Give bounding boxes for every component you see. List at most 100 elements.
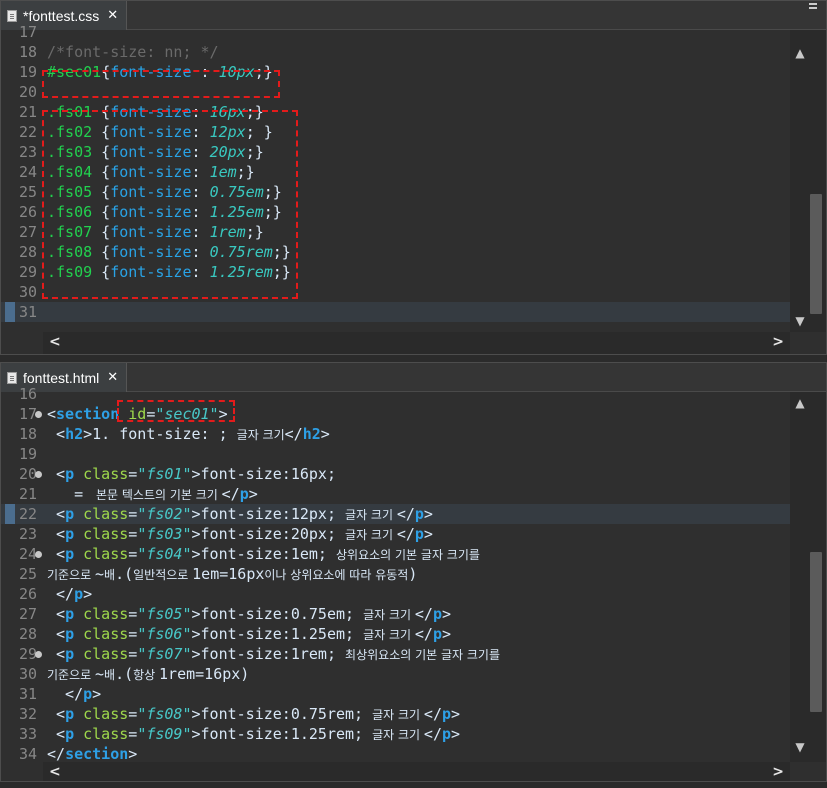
- scroll-down-icon[interactable]: ▼: [790, 740, 810, 756]
- code-line[interactable]: 20 <p class="fs01">font-size:16px;: [1, 464, 790, 484]
- code-line[interactable]: 32 <p class="fs08">font-size:0.75rem; 글자…: [1, 704, 790, 724]
- scroll-up-icon[interactable]: ▲: [790, 46, 810, 62]
- line-number: 21: [18, 485, 37, 503]
- token-txt: ): [408, 565, 418, 583]
- code-line[interactable]: 21 .fs01 {font-size: 16px;}: [1, 102, 790, 122]
- line-number: 32: [18, 705, 37, 723]
- code-line[interactable]: 26 .fs06 {font-size: 1.25em;}: [1, 202, 790, 222]
- code-line[interactable]: 18 <h2>1. font-size: ; 글자 크기</h2>: [1, 424, 790, 444]
- code-text: .fs05 {font-size: 0.75em;}: [47, 182, 282, 202]
- token-txt: .(: [115, 565, 134, 583]
- code-line[interactable]: 28 <p class="fs06">font-size:1.25em; 글자 …: [1, 624, 790, 644]
- code-line[interactable]: 23 <p class="fs03">font-size:20px; 글자 크기…: [1, 524, 790, 544]
- line-number: 21: [18, 103, 37, 121]
- code-line[interactable]: 16: [1, 384, 790, 404]
- fold-toggle-icon[interactable]: [35, 551, 42, 558]
- token-txt: {: [92, 143, 111, 161]
- token-val: 0.75em: [209, 183, 264, 201]
- token-tag: p: [65, 725, 75, 743]
- code-line[interactable]: 33 <p class="fs09">font-size:1.25rem; 글자…: [1, 724, 790, 744]
- code-line[interactable]: 21 = 본문 텍스트의 기본 크기 </p>: [1, 484, 790, 504]
- code-line[interactable]: 29 .fs09 {font-size: 1.25rem;}: [1, 262, 790, 282]
- vertical-scrollbar[interactable]: ▲ ▼: [790, 30, 826, 332]
- scroll-down-icon[interactable]: ▼: [790, 314, 810, 330]
- token-txt: :: [191, 243, 210, 261]
- token-attr: class: [83, 625, 129, 643]
- code-line[interactable]: 20: [1, 82, 790, 102]
- code-line[interactable]: 19 #sec01{font-size : 10px;}: [1, 62, 790, 82]
- token-txt: </: [396, 525, 415, 543]
- code-text: .fs09 {font-size: 1.25rem;}: [47, 262, 291, 282]
- css-code-area[interactable]: 17 18/*font-size: nn; */19 #sec01{font-siz…: [1, 23, 826, 332]
- code-line[interactable]: 27 .fs07 {font-size: 1rem;}: [1, 222, 790, 242]
- token-txt: =: [128, 625, 138, 643]
- token-ko: 이나 상위요소에 따라 유동적: [264, 568, 409, 582]
- token-txt: ;}: [236, 163, 255, 181]
- fold-toggle-icon[interactable]: [35, 411, 42, 418]
- close-icon[interactable]: ✕: [107, 8, 118, 23]
- horizontal-scrollbar[interactable]: < >: [43, 332, 790, 354]
- fold-toggle-icon[interactable]: [35, 471, 42, 478]
- line-number: 29: [18, 263, 37, 281]
- scroll-thumb[interactable]: [810, 194, 822, 314]
- token-txt: <: [47, 705, 66, 723]
- code-line[interactable]: 22 .fs02 {font-size: 12px; }: [1, 122, 790, 142]
- code-text: <h2>1. font-size: ; 글자 크기</h2>: [47, 424, 330, 445]
- code-line[interactable]: 25 기준으로 ~배.(일반적으로 1em=16px이나 상위요소에 따라 유동적…: [1, 564, 790, 584]
- code-line[interactable]: 26 </p>: [1, 584, 790, 604]
- token-txt: 1rem=16px): [159, 665, 250, 683]
- code-line[interactable]: 19: [1, 444, 790, 464]
- scroll-up-icon[interactable]: ▲: [790, 396, 810, 412]
- scroll-right-icon[interactable]: >: [772, 764, 784, 780]
- code-line[interactable]: 28 .fs08 {font-size: 0.75rem;}: [1, 242, 790, 262]
- fold-toggle-icon[interactable]: [35, 651, 42, 658]
- code-line[interactable]: 22 <p class="fs02">font-size:12px; 글자 크기…: [1, 504, 790, 524]
- code-line[interactable]: 31: [1, 302, 790, 322]
- file-icon: [7, 371, 17, 384]
- token-ko: 글자 크기: [363, 628, 415, 642]
- code-line[interactable]: 30: [1, 282, 790, 302]
- scroll-left-icon[interactable]: <: [49, 334, 61, 350]
- code-line[interactable]: 27 <p class="fs05">font-size:0.75em; 글자 …: [1, 604, 790, 624]
- code-line[interactable]: 17: [1, 22, 790, 42]
- close-icon[interactable]: ✕: [107, 370, 118, 385]
- code-line[interactable]: 23 .fs03 {font-size: 20px;}: [1, 142, 790, 162]
- scroll-left-icon[interactable]: <: [49, 764, 61, 780]
- code-line[interactable]: 24 .fs04 {font-size: 1em;}: [1, 162, 790, 182]
- horizontal-scrollbar[interactable]: < >: [43, 762, 790, 781]
- code-line[interactable]: 31 </p>: [1, 684, 790, 704]
- scroll-right-icon[interactable]: >: [772, 334, 784, 350]
- html-code-area[interactable]: 16 17 <section id="sec01"> 18 <h2>1. font-s…: [1, 385, 826, 764]
- token-sel: .fs06: [47, 203, 93, 221]
- code-text: .fs07 {font-size: 1rem;}: [47, 222, 264, 242]
- scroll-thumb[interactable]: [810, 552, 822, 712]
- code-line[interactable]: 34 </section>: [1, 744, 790, 764]
- line-number: 29: [18, 645, 37, 663]
- code-text: <p class="fs07">font-size:1rem; 최상위요소의 기…: [47, 644, 500, 665]
- token-txt: </: [423, 725, 442, 743]
- code-line[interactable]: 18 /*font-size: nn; */: [1, 42, 790, 62]
- token-txt: <: [47, 645, 66, 663]
- token-tag: p: [65, 505, 75, 523]
- code-line[interactable]: 30 기준으로 ~배.(항상 1rem=16px): [1, 664, 790, 684]
- token-val: 16px: [209, 103, 246, 121]
- code-line[interactable]: 25 .fs05 {font-size: 0.75em;}: [1, 182, 790, 202]
- line-number: 23: [18, 143, 37, 161]
- line-number: 23: [18, 525, 37, 543]
- token-str: "fs03": [137, 525, 192, 543]
- token-txt: =: [128, 545, 138, 563]
- change-marker: [5, 504, 15, 524]
- code-line[interactable]: 17 <section id="sec01">: [1, 404, 790, 424]
- token-str: "fs09": [137, 725, 192, 743]
- token-txt: >: [83, 585, 93, 603]
- code-text: <p class="fs05">font-size:0.75em; 글자 크기 …: [47, 604, 451, 625]
- token-prop: font-size: [110, 103, 192, 121]
- code-line[interactable]: 24 <p class="fs04">font-size:1em; 상위요소의 …: [1, 544, 790, 564]
- minimize-icon[interactable]: [806, 1, 820, 11]
- code-line[interactable]: 29 <p class="fs07">font-size:1rem; 최상위요소…: [1, 644, 790, 664]
- token-ko: 글자 크기: [345, 528, 397, 542]
- vertical-scrollbar[interactable]: ▲ ▼: [790, 392, 826, 762]
